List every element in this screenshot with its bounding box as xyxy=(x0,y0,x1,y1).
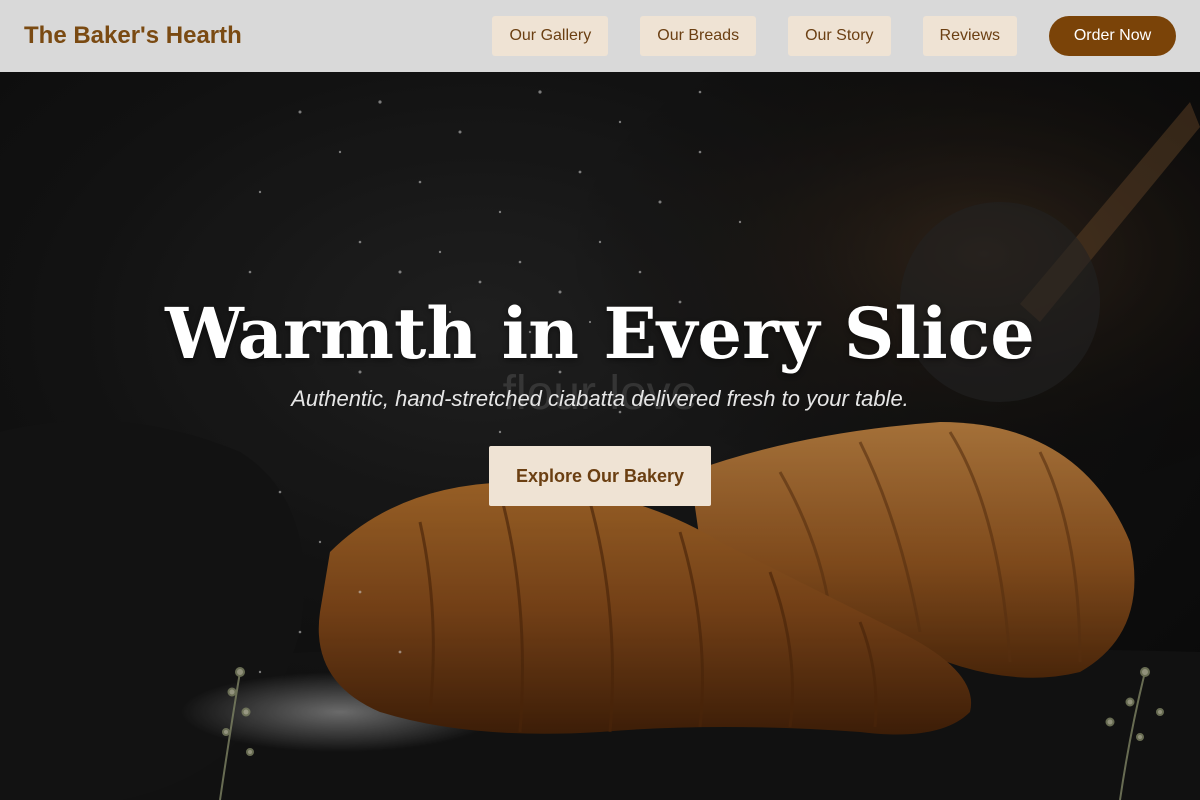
hero-subtitle: Authentic, hand-stretched ciabatta deliv… xyxy=(291,386,909,411)
hero-title: Warmth in Every Slice xyxy=(165,292,1035,375)
hero-text-block: Warmth in Every Slice Authentic, hand-st… xyxy=(0,294,1200,412)
nav-reviews-button[interactable]: Reviews xyxy=(922,16,1017,56)
nav-story-button[interactable]: Our Story xyxy=(788,16,891,56)
hero-section: flour love Warmth in Every Slice Authent… xyxy=(0,72,1200,800)
site-header: The Baker's Hearth Our Gallery Our Bread… xyxy=(0,0,1200,72)
hero-dark-overlay xyxy=(0,72,1200,800)
brand-logo-text[interactable]: The Baker's Hearth xyxy=(24,22,242,50)
main-navigation: Our Gallery Our Breads Our Story Reviews… xyxy=(492,16,1176,56)
explore-bakery-button[interactable]: Explore Our Bakery xyxy=(489,446,711,506)
order-now-button[interactable]: Order Now xyxy=(1049,16,1176,56)
nav-gallery-button[interactable]: Our Gallery xyxy=(492,16,609,56)
nav-breads-button[interactable]: Our Breads xyxy=(640,16,757,56)
